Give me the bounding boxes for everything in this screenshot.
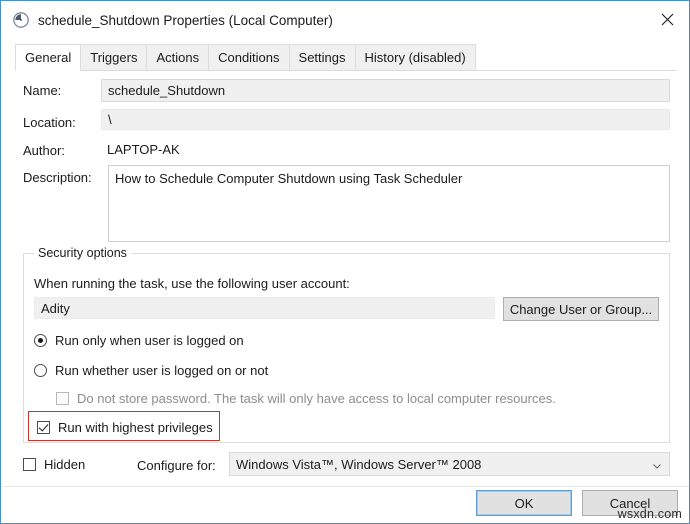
checkbox-label: Hidden bbox=[44, 457, 86, 472]
radio-label: Run whether user is logged on or not bbox=[55, 363, 269, 378]
radio-indicator bbox=[34, 364, 47, 377]
checkbox-indicator bbox=[23, 458, 36, 471]
radio-label: Run only when user is logged on bbox=[55, 333, 244, 348]
description-value: How to Schedule Computer Shutdown using … bbox=[115, 171, 463, 186]
author-label: Author: bbox=[23, 142, 65, 158]
radio-run-only-when-logged-on[interactable]: Run only when user is logged on bbox=[34, 333, 244, 348]
clock-schedule-icon bbox=[12, 11, 30, 29]
location-field: \ bbox=[101, 109, 670, 130]
checkbox-label: Run with highest privileges bbox=[58, 420, 213, 435]
task-properties-window: schedule_Shutdown Properties (Local Comp… bbox=[0, 0, 690, 524]
checkbox-indicator bbox=[37, 421, 50, 434]
footer-separator bbox=[2, 486, 689, 487]
user-account-value: Adity bbox=[41, 300, 70, 316]
checkbox-run-with-highest-privileges[interactable]: Run with highest privileges bbox=[37, 420, 213, 435]
checkbox-do-not-store-password[interactable]: Do not store password. The task will onl… bbox=[56, 391, 556, 406]
user-account-field: Adity bbox=[34, 297, 495, 319]
author-field: LAPTOP-AK bbox=[101, 139, 670, 160]
tab-label: History (disabled) bbox=[364, 50, 466, 65]
change-user-or-group-button[interactable]: Change User or Group... bbox=[503, 297, 659, 321]
configure-for-value: Windows Vista™, Windows Server™ 2008 bbox=[236, 456, 482, 472]
description-label-row: Description: bbox=[23, 166, 113, 188]
tab-strip: General Triggers Actions Conditions Sett… bbox=[15, 44, 677, 71]
location-label-row: Location: bbox=[23, 111, 103, 133]
configure-for-combobox[interactable]: Windows Vista™, Windows Server™ 2008 bbox=[229, 452, 670, 476]
location-label: Location: bbox=[23, 114, 76, 130]
location-value: \ bbox=[108, 112, 112, 127]
title-bar: schedule_Shutdown Properties (Local Comp… bbox=[2, 2, 689, 38]
tab-label: Conditions bbox=[218, 50, 280, 65]
description-textarea[interactable]: How to Schedule Computer Shutdown using … bbox=[108, 165, 670, 242]
tab-general[interactable]: General bbox=[15, 44, 82, 71]
tab-history[interactable]: History (disabled) bbox=[354, 44, 476, 70]
name-input[interactable]: schedule_Shutdown bbox=[101, 79, 670, 102]
tab-label: Actions bbox=[156, 50, 200, 65]
ok-button[interactable]: OK bbox=[476, 490, 572, 516]
name-label-row: Name: bbox=[23, 79, 93, 101]
tab-label: General bbox=[25, 50, 72, 65]
watermark: wsxdn.com bbox=[617, 507, 682, 521]
checkbox-label: Do not store password. The task will onl… bbox=[77, 391, 556, 406]
tab-label: Triggers bbox=[90, 50, 138, 65]
change-user-or-group-label: Change User or Group... bbox=[509, 301, 653, 317]
chevron-down-icon bbox=[652, 459, 662, 469]
close-icon[interactable] bbox=[644, 2, 689, 36]
account-prompt: When running the task, use the following… bbox=[34, 276, 350, 291]
radio-indicator bbox=[34, 334, 47, 347]
window-title: schedule_Shutdown Properties (Local Comp… bbox=[38, 12, 333, 28]
checkbox-hidden[interactable]: Hidden bbox=[23, 457, 85, 472]
security-options-title: Security options bbox=[34, 246, 131, 260]
description-label: Description: bbox=[23, 169, 92, 185]
author-value: LAPTOP-AK bbox=[107, 142, 180, 157]
checkbox-indicator bbox=[56, 392, 69, 405]
tab-conditions[interactable]: Conditions bbox=[208, 44, 290, 70]
tab-settings[interactable]: Settings bbox=[288, 44, 356, 70]
tab-triggers[interactable]: Triggers bbox=[80, 44, 148, 70]
general-tab-panel: Name: schedule_Shutdown Location: \ Auth… bbox=[1, 71, 689, 523]
tab-actions[interactable]: Actions bbox=[146, 44, 210, 70]
author-label-row: Author: bbox=[23, 139, 103, 161]
ok-label: OK bbox=[514, 495, 534, 511]
name-label: Name: bbox=[23, 82, 62, 98]
radio-run-whether-logged-on-or-not[interactable]: Run whether user is logged on or not bbox=[34, 363, 268, 378]
configure-for-label: Configure for: bbox=[137, 458, 216, 473]
tab-label: Settings bbox=[298, 50, 346, 65]
name-value: schedule_Shutdown bbox=[108, 83, 226, 98]
